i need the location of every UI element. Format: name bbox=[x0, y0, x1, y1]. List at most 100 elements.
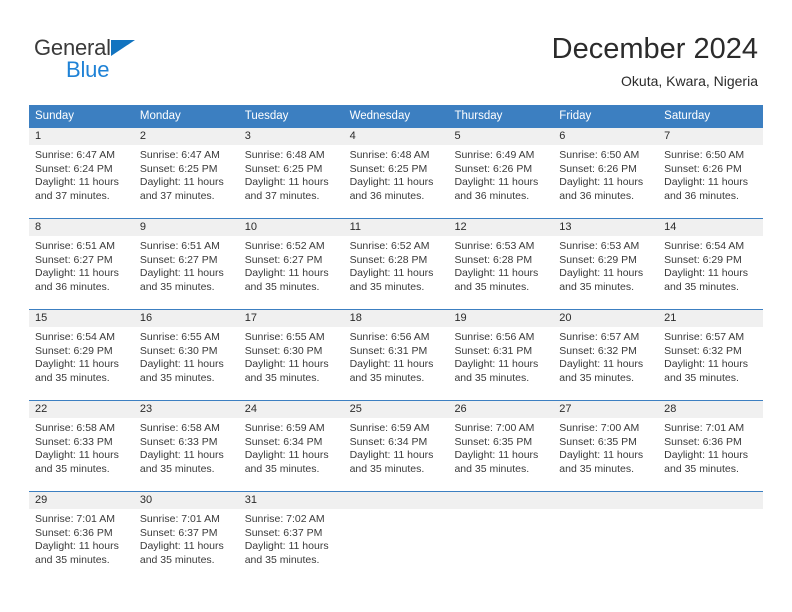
day-number bbox=[553, 492, 659, 509]
day-cell[interactable]: 24 Sunrise: 6:59 AM Sunset: 6:34 PM Dayl… bbox=[238, 401, 344, 481]
day-cell[interactable]: 11 Sunrise: 6:52 AM Sunset: 6:28 PM Dayl… bbox=[343, 219, 449, 299]
page-title: December 2024 bbox=[551, 33, 758, 65]
day-cell[interactable]: 15 Sunrise: 6:54 AM Sunset: 6:29 PM Dayl… bbox=[29, 310, 134, 390]
day-cell[interactable]: 18 Sunrise: 6:56 AM Sunset: 6:31 PM Dayl… bbox=[343, 310, 449, 390]
sunrise-text: Sunrise: 6:58 AM bbox=[35, 422, 115, 434]
day-cell[interactable]: 21 Sunrise: 6:57 AM Sunset: 6:32 PM Dayl… bbox=[658, 310, 764, 390]
sunrise-text: Sunrise: 7:02 AM bbox=[244, 513, 325, 525]
daylight-text-line1: Daylight: 11 hours bbox=[139, 176, 224, 188]
day-cell[interactable]: 31 Sunrise: 7:02 AM Sunset: 6:37 PM Dayl… bbox=[238, 492, 344, 572]
sunrise-text: Sunrise: 6:52 AM bbox=[349, 240, 430, 252]
daylight-text-line2: and 35 minutes. bbox=[139, 371, 215, 384]
daylight-text-line2: and 35 minutes. bbox=[664, 280, 739, 293]
day-cell[interactable]: 19 Sunrise: 6:56 AM Sunset: 6:31 PM Dayl… bbox=[448, 310, 554, 390]
sunrise-text: Sunrise: 6:56 AM bbox=[454, 331, 535, 343]
day-cell[interactable]: 28 Sunrise: 7:01 AM Sunset: 6:36 PM Dayl… bbox=[658, 401, 764, 481]
day-cell[interactable]: 26 Sunrise: 7:00 AM Sunset: 6:35 PM Dayl… bbox=[448, 401, 554, 481]
daylight-text-line2: and 35 minutes. bbox=[454, 371, 530, 384]
day-cell[interactable]: 3 Sunrise: 6:48 AM Sunset: 6:25 PM Dayli… bbox=[238, 128, 344, 208]
day-cell[interactable]: 23 Sunrise: 6:58 AM Sunset: 6:33 PM Dayl… bbox=[133, 401, 239, 481]
day-cell[interactable]: 17 Sunrise: 6:55 AM Sunset: 6:30 PM Dayl… bbox=[238, 310, 344, 390]
daylight-text-line2: and 35 minutes. bbox=[559, 371, 635, 384]
day-details: Sunrise: 6:56 AM Sunset: 6:31 PM Dayligh… bbox=[448, 327, 554, 390]
sunset-text: Sunset: 6:29 PM bbox=[35, 344, 113, 357]
sunset-text: Sunset: 6:28 PM bbox=[454, 253, 533, 266]
sunrise-text: Sunrise: 6:59 AM bbox=[244, 422, 325, 434]
daylight-text-line1: Daylight: 11 hours bbox=[664, 358, 749, 370]
weekday-header-thursday: Thursday bbox=[454, 110, 503, 122]
day-number: 18 bbox=[343, 310, 449, 327]
daylight-text-line1: Daylight: 11 hours bbox=[664, 267, 749, 279]
day-cell[interactable]: 2 Sunrise: 6:47 AM Sunset: 6:25 PM Dayli… bbox=[133, 128, 239, 208]
sunset-text: Sunset: 6:26 PM bbox=[559, 162, 637, 175]
day-details: Sunrise: 6:58 AM Sunset: 6:33 PM Dayligh… bbox=[133, 418, 239, 481]
daylight-text-line2: and 36 minutes. bbox=[454, 189, 530, 202]
day-number: 26 bbox=[448, 401, 554, 418]
sunset-text: Sunset: 6:32 PM bbox=[664, 344, 742, 357]
sunset-text: Sunset: 6:26 PM bbox=[454, 162, 533, 175]
day-cell[interactable]: 5 Sunrise: 6:49 AM Sunset: 6:26 PM Dayli… bbox=[448, 128, 554, 208]
daylight-text-line1: Daylight: 11 hours bbox=[349, 358, 434, 370]
general-blue-logo[interactable]: General Blue bbox=[34, 36, 244, 88]
day-cell[interactable]: 14 Sunrise: 6:54 AM Sunset: 6:29 PM Dayl… bbox=[658, 219, 764, 299]
sunrise-text: Sunrise: 6:58 AM bbox=[139, 422, 220, 434]
day-cell[interactable]: 13 Sunrise: 6:53 AM Sunset: 6:29 PM Dayl… bbox=[553, 219, 659, 299]
daylight-text-line1: Daylight: 11 hours bbox=[559, 449, 644, 461]
daylight-text-line2: and 35 minutes. bbox=[244, 462, 320, 475]
sunset-text: Sunset: 6:32 PM bbox=[559, 344, 637, 357]
daylight-text-line1: Daylight: 11 hours bbox=[244, 358, 329, 370]
calendar-page: General Blue December 2024 Okuta, Kwara,… bbox=[0, 0, 792, 612]
day-number: 3 bbox=[238, 128, 344, 145]
title-block: December 2024 Okuta, Kwara, Nigeria bbox=[552, 32, 758, 91]
day-details: Sunrise: 6:57 AM Sunset: 6:32 PM Dayligh… bbox=[658, 327, 764, 390]
daylight-text-line1: Daylight: 11 hours bbox=[559, 358, 644, 370]
day-cell[interactable]: 16 Sunrise: 6:55 AM Sunset: 6:30 PM Dayl… bbox=[133, 310, 239, 390]
sunset-text: Sunset: 6:28 PM bbox=[349, 253, 428, 266]
day-cell[interactable]: 30 Sunrise: 7:01 AM Sunset: 6:37 PM Dayl… bbox=[133, 492, 239, 572]
day-cell[interactable]: 6 Sunrise: 6:50 AM Sunset: 6:26 PM Dayli… bbox=[553, 128, 659, 208]
week-row: 8 Sunrise: 6:51 AM Sunset: 6:27 PM Dayli… bbox=[29, 218, 764, 299]
daylight-text-line1: Daylight: 11 hours bbox=[139, 449, 224, 461]
sunset-text: Sunset: 6:33 PM bbox=[139, 435, 218, 448]
weekday-header-saturday: Saturday bbox=[664, 110, 711, 122]
day-cell[interactable]: 12 Sunrise: 6:53 AM Sunset: 6:28 PM Dayl… bbox=[448, 219, 554, 299]
day-number: 5 bbox=[448, 128, 554, 145]
daylight-text-line2: and 35 minutes. bbox=[349, 462, 425, 475]
sunrise-text: Sunrise: 6:49 AM bbox=[454, 149, 535, 161]
weekday-header-monday: Monday bbox=[139, 110, 181, 122]
day-cell[interactable]: 7 Sunrise: 6:50 AM Sunset: 6:26 PM Dayli… bbox=[658, 128, 764, 208]
page-header: General Blue December 2024 Okuta, Kwara,… bbox=[0, 0, 792, 100]
sunset-text: Sunset: 6:30 PM bbox=[139, 344, 218, 357]
day-cell[interactable]: 1 Sunrise: 6:47 AM Sunset: 6:24 PM Dayli… bbox=[29, 128, 134, 208]
day-details bbox=[553, 509, 659, 572]
daylight-text-line2: and 35 minutes. bbox=[244, 280, 320, 293]
daylight-text-line1: Daylight: 11 hours bbox=[139, 540, 224, 552]
day-cell[interactable]: 29 Sunrise: 7:01 AM Sunset: 6:36 PM Dayl… bbox=[29, 492, 134, 572]
sunrise-text: Sunrise: 7:00 AM bbox=[559, 422, 640, 434]
sunrise-text: Sunrise: 6:47 AM bbox=[35, 149, 115, 161]
day-details: Sunrise: 6:51 AM Sunset: 6:27 PM Dayligh… bbox=[133, 236, 239, 299]
day-details: Sunrise: 7:00 AM Sunset: 6:35 PM Dayligh… bbox=[553, 418, 659, 481]
daylight-text-line2: and 36 minutes. bbox=[35, 280, 110, 293]
day-number bbox=[448, 492, 554, 509]
day-cell[interactable]: 9 Sunrise: 6:51 AM Sunset: 6:27 PM Dayli… bbox=[133, 219, 239, 299]
sunrise-text: Sunrise: 6:47 AM bbox=[139, 149, 220, 161]
day-cell[interactable]: 4 Sunrise: 6:48 AM Sunset: 6:25 PM Dayli… bbox=[343, 128, 449, 208]
daylight-text-line1: Daylight: 11 hours bbox=[35, 540, 119, 552]
day-cell[interactable]: 25 Sunrise: 6:59 AM Sunset: 6:34 PM Dayl… bbox=[343, 401, 449, 481]
day-cell[interactable]: 8 Sunrise: 6:51 AM Sunset: 6:27 PM Dayli… bbox=[29, 219, 134, 299]
day-details: Sunrise: 6:54 AM Sunset: 6:29 PM Dayligh… bbox=[29, 327, 134, 390]
day-number: 22 bbox=[29, 401, 134, 418]
sunset-text: Sunset: 6:27 PM bbox=[244, 253, 323, 266]
day-number: 11 bbox=[343, 219, 449, 236]
day-cell[interactable]: 22 Sunrise: 6:58 AM Sunset: 6:33 PM Dayl… bbox=[29, 401, 134, 481]
day-cell[interactable]: 10 Sunrise: 6:52 AM Sunset: 6:27 PM Dayl… bbox=[238, 219, 344, 299]
day-cell[interactable]: 20 Sunrise: 6:57 AM Sunset: 6:32 PM Dayl… bbox=[553, 310, 659, 390]
daylight-text-line2: and 35 minutes. bbox=[349, 371, 425, 384]
daylight-text-line2: and 35 minutes. bbox=[35, 462, 110, 475]
day-cell[interactable]: 27 Sunrise: 7:00 AM Sunset: 6:35 PM Dayl… bbox=[553, 401, 659, 481]
day-number: 19 bbox=[448, 310, 554, 327]
daylight-text-line2: and 37 minutes. bbox=[35, 189, 110, 202]
daylight-text-line1: Daylight: 11 hours bbox=[244, 540, 329, 552]
day-number: 15 bbox=[29, 310, 134, 327]
